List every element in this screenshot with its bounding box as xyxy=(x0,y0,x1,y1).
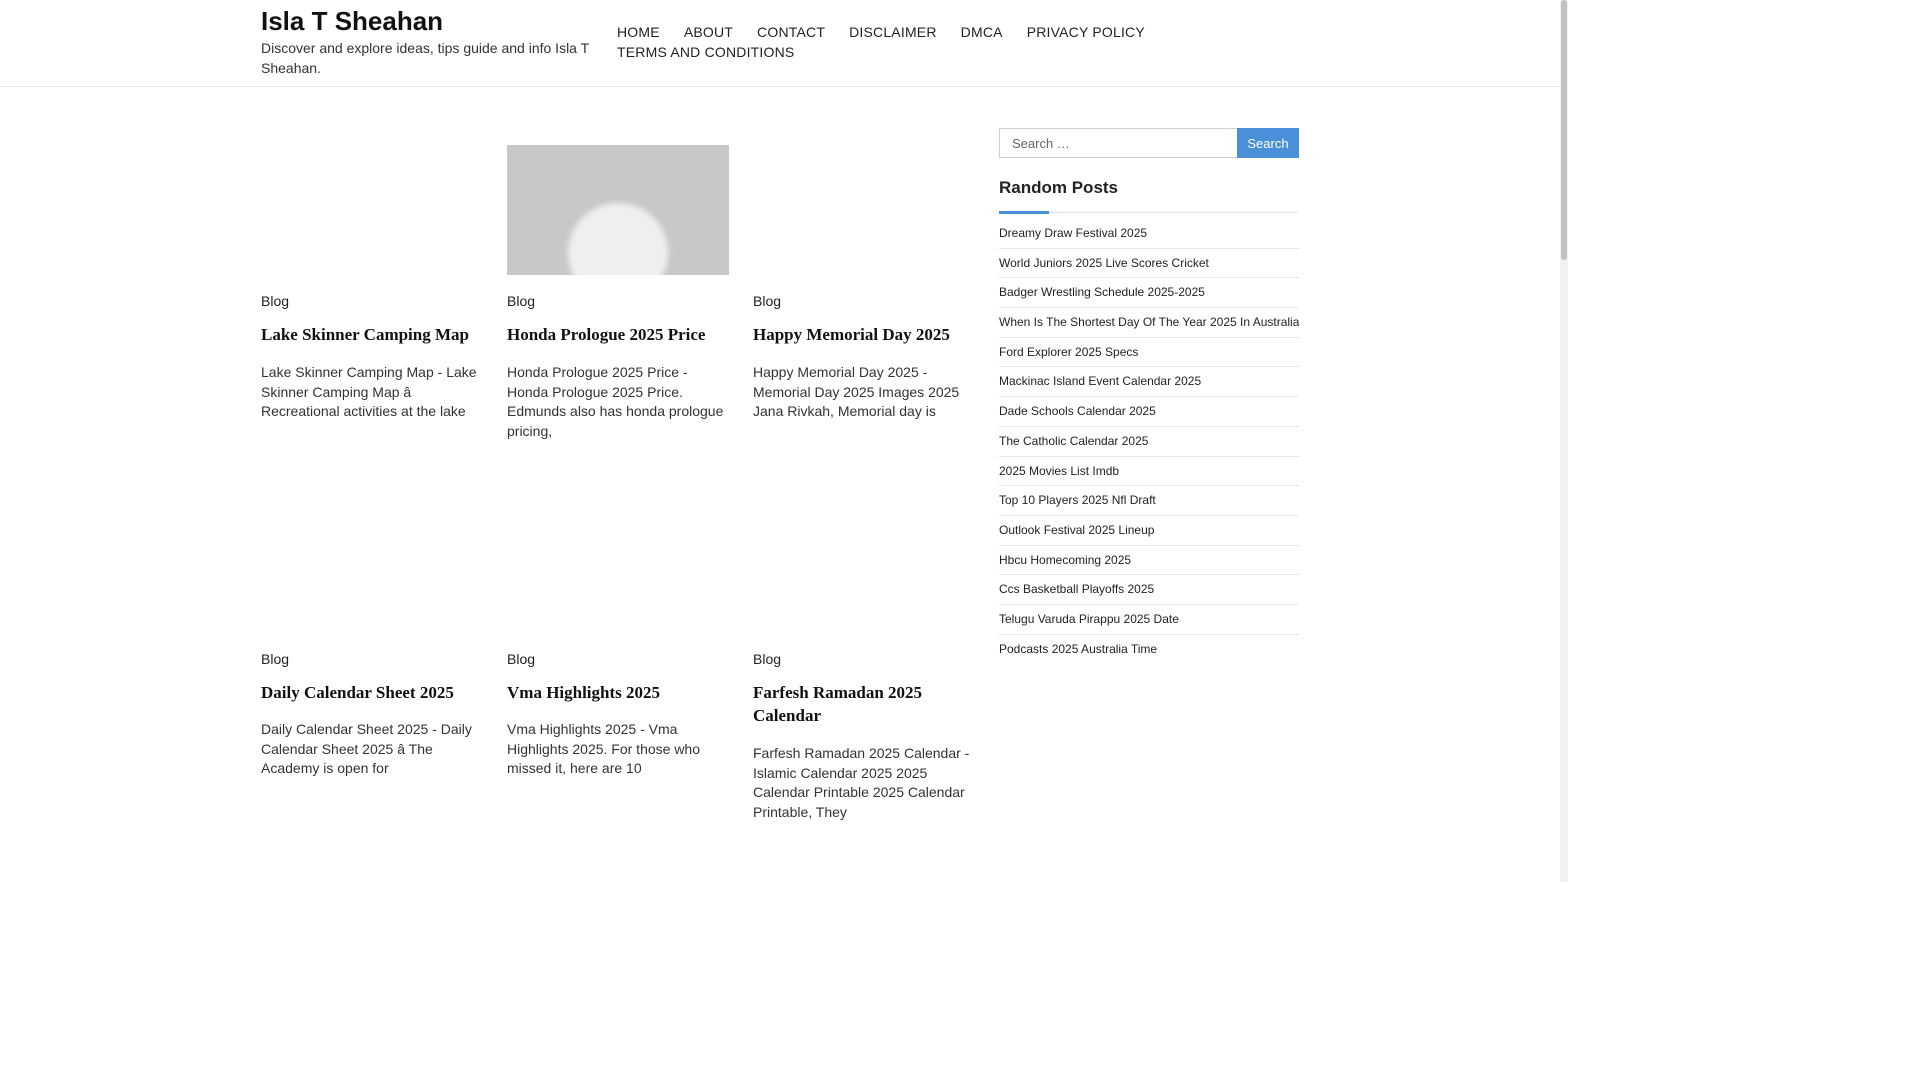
nav-privacy-policy[interactable]: PRIVACY POLICY xyxy=(1027,23,1145,43)
site-description: Discover and explore ideas, tips guide a… xyxy=(261,40,589,76)
random-post-link[interactable]: World Juniors 2025 Live Scores Cricket xyxy=(999,249,1299,279)
placeholder-image-icon xyxy=(568,203,668,275)
search-input[interactable] xyxy=(999,128,1238,158)
post-thumbnail[interactable] xyxy=(507,145,729,275)
nav-dmca[interactable]: DMCA xyxy=(961,23,1003,43)
post-excerpt: Vma Highlights 2025 - Vma Highlights 202… xyxy=(507,721,700,776)
search-button[interactable]: Search xyxy=(1237,128,1299,158)
random-post-link[interactable]: Dade Schools Calendar 2025 xyxy=(999,397,1299,427)
post-title[interactable]: Honda Prologue 2025 Price xyxy=(507,323,729,346)
post-category[interactable]: Blog xyxy=(753,293,781,309)
post-excerpt: Happy Memorial Day 2025 - Memorial Day 2… xyxy=(753,364,960,419)
post-title[interactable]: Daily Calendar Sheet 2025 xyxy=(261,681,483,704)
post-title[interactable]: Farfesh Ramadan 2025 Calendar xyxy=(753,681,975,727)
random-post-link[interactable]: Ccs Basketball Playoffs 2025 xyxy=(999,575,1299,605)
post-category[interactable]: Blog xyxy=(507,293,535,309)
random-post-link[interactable]: Outlook Festival 2025 Lineup xyxy=(999,516,1299,546)
nav-home[interactable]: HOME xyxy=(617,23,660,43)
post-category[interactable]: Blog xyxy=(261,293,289,309)
post-excerpt: Lake Skinner Camping Map - Lake Skinner … xyxy=(261,364,477,419)
page-scrollbar[interactable] xyxy=(1560,0,1568,882)
site-title[interactable]: Isla T Sheahan xyxy=(261,6,443,37)
nav-contact[interactable]: CONTACT xyxy=(757,23,825,43)
post-category[interactable]: Blog xyxy=(753,651,781,667)
scrollbar-thumb[interactable] xyxy=(1561,0,1567,260)
widget-accent-bar xyxy=(999,211,1049,214)
random-post-link[interactable]: Badger Wrestling Schedule 2025-2025 xyxy=(999,278,1299,309)
post-excerpt: Daily Calendar Sheet 2025 - Daily Calend… xyxy=(261,721,472,776)
random-post-link[interactable]: Ford Explorer 2025 Specs xyxy=(999,338,1299,368)
main-nav: HOME ABOUT CONTACT DISCLAIMER DMCA PRIVA… xyxy=(617,23,1177,62)
random-post-link[interactable]: The Catholic Calendar 2025 xyxy=(999,427,1299,457)
nav-disclaimer[interactable]: DISCLAIMER xyxy=(849,23,937,43)
post-title[interactable]: Vma Highlights 2025 xyxy=(507,681,729,704)
random-posts-list: Dreamy Draw Festival 2025 World Juniors … xyxy=(999,219,1299,664)
post-title[interactable]: Happy Memorial Day 2025 xyxy=(753,323,975,346)
random-post-link[interactable]: Top 10 Players 2025 Nfl Draft xyxy=(999,486,1299,516)
random-posts-title: Random Posts xyxy=(999,178,1119,197)
random-post-link[interactable]: Mackinac Island Event Calendar 2025 xyxy=(999,367,1299,398)
post-excerpt: Honda Prologue 2025 Price - Honda Prolog… xyxy=(507,364,724,439)
post-category[interactable]: Blog xyxy=(261,651,289,667)
random-post-link[interactable]: Podcasts 2025 Australia Time xyxy=(999,635,1299,665)
site-header: Isla T Sheahan Discover and explore idea… xyxy=(0,0,1560,87)
random-post-link[interactable]: Dreamy Draw Festival 2025 xyxy=(999,219,1299,249)
random-post-link[interactable]: Hbcu Homecoming 2025 xyxy=(999,546,1299,576)
random-post-link[interactable]: 2025 Movies List Imdb xyxy=(999,457,1299,487)
post-excerpt: Farfesh Ramadan 2025 Calendar - Islamic … xyxy=(753,745,970,820)
random-post-link[interactable]: Telugu Varuda Pirappu 2025 Date xyxy=(999,605,1299,635)
nav-about[interactable]: ABOUT xyxy=(684,23,733,43)
nav-terms-and-conditions[interactable]: TERMS AND CONDITIONS xyxy=(617,43,794,63)
post-category[interactable]: Blog xyxy=(507,651,535,667)
post-title[interactable]: Lake Skinner Camping Map xyxy=(261,323,483,346)
random-post-link[interactable]: When Is The Shortest Day Of The Year 202… xyxy=(999,308,1299,338)
